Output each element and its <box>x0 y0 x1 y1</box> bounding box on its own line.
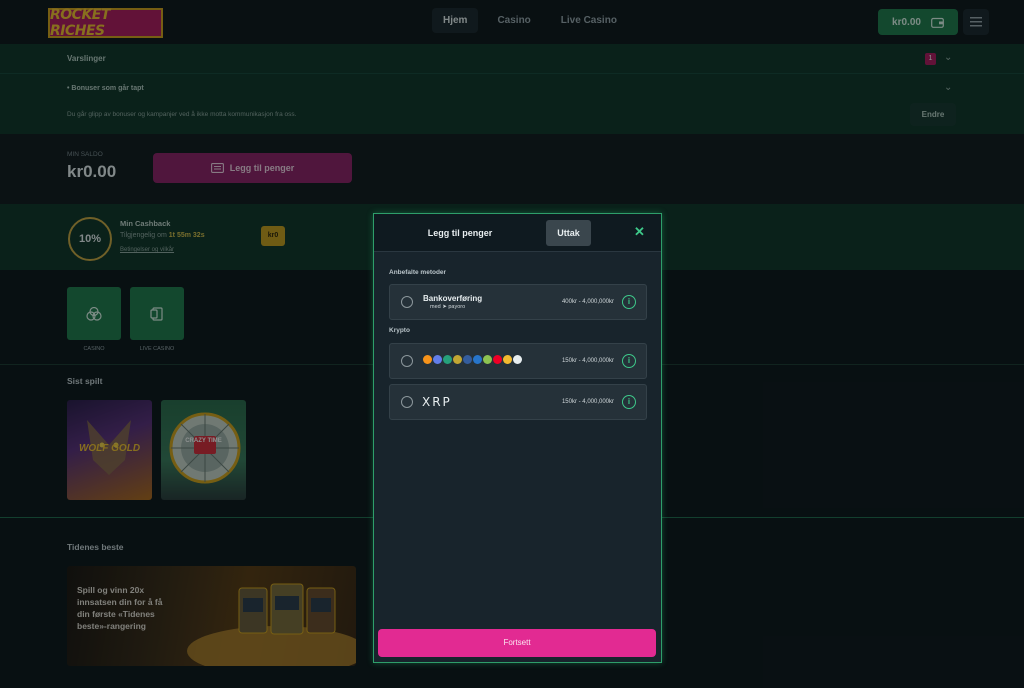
continue-button[interactable]: Fortsett <box>378 629 656 657</box>
ethereum-icon <box>433 355 442 364</box>
usdc-icon <box>473 355 482 364</box>
radio-button[interactable] <box>401 296 413 308</box>
method-bank-transfer[interactable]: Bankoverføring med ➤ payoro 400kr - 4,00… <box>389 284 647 320</box>
tron-icon <box>493 355 502 364</box>
method-range: 400kr - 4,000,000kr <box>561 299 614 305</box>
method-xrp[interactable]: XRP 150kr - 4,000,000kr i <box>389 384 647 420</box>
method-crypto[interactable]: 150kr - 4,000,000kr i <box>389 343 647 379</box>
close-icon[interactable]: ✕ <box>634 224 645 240</box>
recommended-methods-label: Anbefalte metoder <box>389 269 447 276</box>
bnb-icon <box>503 355 512 364</box>
crypto-label: Krypto <box>389 327 410 334</box>
dogecoin-icon <box>453 355 462 364</box>
info-icon[interactable]: i <box>622 395 636 409</box>
modal-tabs: Legg til penger Uttak ✕ <box>374 214 661 252</box>
tab-deposit[interactable]: Legg til penger <box>408 220 512 246</box>
info-icon[interactable]: i <box>622 295 636 309</box>
method-name: Bankoverføring <box>423 294 483 303</box>
xrp-logo: XRP <box>422 395 452 409</box>
method-range: 150kr - 4,000,000kr <box>561 358 614 364</box>
tab-withdraw[interactable]: Uttak <box>546 220 591 246</box>
radio-button[interactable] <box>401 396 413 408</box>
bitcoin-icon <box>423 355 432 364</box>
radio-button[interactable] <box>401 355 413 367</box>
litecoin-icon <box>463 355 472 364</box>
tether-icon <box>443 355 452 364</box>
info-icon[interactable]: i <box>622 354 636 368</box>
crypto-coins-icon <box>423 355 522 364</box>
method-provider: med ➤ payoro <box>430 304 466 310</box>
xrp-coin-icon <box>513 355 522 364</box>
bitcoin-cash-icon <box>483 355 492 364</box>
method-range: 150kr - 4,000,000kr <box>561 399 614 405</box>
deposit-modal: Legg til penger Uttak ✕ Anbefalte metode… <box>373 213 662 663</box>
